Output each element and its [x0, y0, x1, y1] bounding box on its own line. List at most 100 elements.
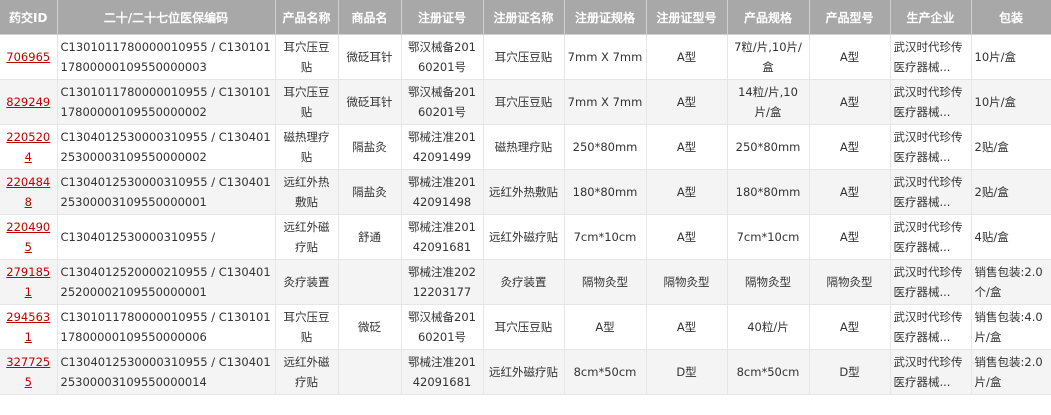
cell-text: 耳穴压豆贴: [283, 40, 330, 74]
cell-text: 鄂械注准20212203177: [408, 265, 476, 299]
cell-text: 灸疗装置: [283, 275, 330, 289]
cell-text: 180*80mm: [572, 185, 638, 199]
col-header-product-model[interactable]: 产品型号: [809, 0, 891, 35]
col-header-code[interactable]: 二十/二十七位医保编码: [57, 0, 276, 35]
table-row: 3277255 C1304012530000310955 / C130401253…: [0, 349, 1051, 395]
cell-product-model: A型: [809, 34, 891, 80]
cell-code: C1304012530000310955 / C1304012530000310…: [57, 169, 276, 215]
cell-brand: 隔盐灸: [338, 124, 402, 170]
cell-reg-model: 隔物灸型: [646, 259, 728, 305]
drug-id-link[interactable]: 2205204: [6, 130, 50, 164]
col-header-package[interactable]: 包装: [971, 0, 1051, 35]
drug-id-link[interactable]: 2945631: [6, 310, 50, 344]
cell-reg-no: 鄂汉械备20160201号: [401, 304, 484, 350]
drug-id-link[interactable]: 2791851: [6, 265, 50, 299]
cell-package: 销售包装:2.0片/盒: [971, 349, 1051, 395]
col-header-id[interactable]: 药交ID: [0, 0, 58, 35]
drug-id-link[interactable]: 3277255: [6, 355, 50, 389]
cell-brand: 微砭: [338, 304, 402, 350]
header-row: 药交ID 二十/二十七位医保编码 产品名称 商品名 注册证号 注册证名称 注册证…: [0, 0, 1051, 35]
cell-text: 14粒/片,10片/盒: [738, 85, 798, 119]
cell-brand: 隔盐灸: [338, 169, 402, 215]
cell-product-model: A型: [809, 124, 891, 170]
cell-text: 鄂械注准20142091681: [408, 220, 476, 254]
cell-reg-model: D型: [646, 349, 728, 395]
cell-text: 耳穴压豆贴: [494, 95, 553, 109]
cell-brand: 微砭耳针: [338, 34, 402, 80]
cell-text: 鄂汉械备20160201号: [408, 85, 476, 119]
cell-text: 灸疗装置: [500, 275, 547, 289]
cell-manufacturer: 武汉时代珍传医疗器械...: [890, 259, 972, 305]
cell-text: A型: [676, 50, 697, 64]
cell-text: 40粒/片: [747, 320, 789, 334]
drug-id-link[interactable]: 829249: [6, 95, 50, 109]
cell-text: 250*80mm: [572, 140, 638, 154]
cell-code: C1301011780000010955 / C1301011780000010…: [57, 304, 276, 350]
cell-reg-model: A型: [646, 304, 728, 350]
cell-product-name: 耳穴压豆贴: [275, 304, 339, 350]
cell-text: 微砭耳针: [346, 95, 393, 109]
cell-code: C1304012530000310955 /: [57, 214, 276, 260]
cell-reg-model: A型: [646, 79, 728, 125]
cell-id: 2204848: [0, 169, 58, 215]
cell-text: D型: [676, 365, 697, 379]
cell-product-spec: 8cm*50cm: [727, 349, 810, 395]
cell-text: C1304012520000210955 / C1304012520000210…: [60, 265, 271, 299]
col-header-product-name[interactable]: 产品名称: [275, 0, 339, 35]
cell-reg-no: 鄂汉械备20160201号: [401, 79, 484, 125]
cell-text: 隔物灸型: [826, 275, 873, 289]
cell-reg-name: 远红外热敷贴: [483, 169, 565, 215]
col-header-manufacturer[interactable]: 生产企业: [890, 0, 972, 35]
cell-text: 180*80mm: [735, 185, 801, 199]
cell-package: 2贴/盒: [971, 124, 1051, 170]
drug-id-link[interactable]: 2204848: [6, 175, 50, 209]
cell-text: 磁热理疗贴: [283, 130, 330, 164]
drug-id-link[interactable]: 706965: [6, 50, 50, 64]
cell-reg-no: 鄂械注准20142091499: [401, 124, 484, 170]
cell-text: C1304012530000310955 / C1304012530000310…: [60, 175, 271, 209]
cell-text: 舒通: [358, 230, 381, 244]
cell-product-name: 远红外热敷贴: [275, 169, 339, 215]
cell-text: A型: [676, 230, 697, 244]
cell-reg-spec: 8cm*50cm: [564, 349, 647, 395]
cell-reg-spec: 250*80mm: [564, 124, 647, 170]
cell-product-model: A型: [809, 169, 891, 215]
product-table: 药交ID 二十/二十七位医保编码 产品名称 商品名 注册证号 注册证名称 注册证…: [0, 0, 1051, 395]
drug-id-link[interactable]: 2204905: [6, 220, 50, 254]
col-header-reg-spec[interactable]: 注册证规格: [564, 0, 647, 35]
cell-reg-no: 鄂械注准20212203177: [401, 259, 484, 305]
cell-text: 远红外磁疗贴: [283, 220, 330, 254]
cell-manufacturer: 武汉时代珍传医疗器械...: [890, 304, 972, 350]
cell-product-name: 耳穴压豆贴: [275, 79, 339, 125]
col-header-reg-name[interactable]: 注册证名称: [483, 0, 565, 35]
cell-code: C1301011780000010955 / C1301011780000010…: [57, 79, 276, 125]
cell-text: C1301011780000010955 / C1301011780000010…: [60, 310, 271, 344]
cell-text: 武汉时代珍传医疗器械...: [893, 220, 963, 254]
cell-manufacturer: 武汉时代珍传医疗器械...: [890, 124, 972, 170]
cell-text: 鄂械注准20142091681: [408, 355, 476, 389]
cell-text: 8cm*50cm: [736, 365, 800, 379]
cell-manufacturer: 武汉时代珍传医疗器械...: [890, 169, 972, 215]
cell-reg-spec: 180*80mm: [564, 169, 647, 215]
cell-text: A型: [839, 50, 860, 64]
cell-text: 4贴/盒: [974, 230, 1009, 244]
cell-package: 销售包装:4.0片/盒: [971, 304, 1051, 350]
cell-text: 隔物灸型: [745, 275, 791, 289]
cell-brand: 舒通: [338, 214, 402, 260]
cell-reg-spec: 7mm X 7mm: [564, 34, 647, 80]
cell-product-model: 隔物灸型: [809, 259, 891, 305]
col-header-reg-model[interactable]: 注册证型号: [646, 0, 728, 35]
col-header-brand[interactable]: 商品名: [338, 0, 402, 35]
col-header-product-spec[interactable]: 产品规格: [727, 0, 810, 35]
cell-text: 远红外磁疗贴: [489, 230, 558, 244]
cell-text: 远红外磁疗贴: [489, 365, 558, 379]
cell-text: 10片/盒: [974, 50, 1017, 64]
cell-text: 武汉时代珍传医疗器械...: [893, 310, 963, 344]
cell-text: C1301011780000010955 / C1301011780000010…: [60, 85, 271, 119]
col-header-reg-no[interactable]: 注册证号: [401, 0, 484, 35]
cell-code: C1304012530000310955 / C1304012530000310…: [57, 124, 276, 170]
cell-text: 鄂械注准20142091499: [408, 130, 476, 164]
cell-product-model: A型: [809, 304, 891, 350]
cell-text: A型: [676, 140, 697, 154]
cell-text: C1304012530000310955 / C1304012530000310…: [60, 130, 271, 164]
